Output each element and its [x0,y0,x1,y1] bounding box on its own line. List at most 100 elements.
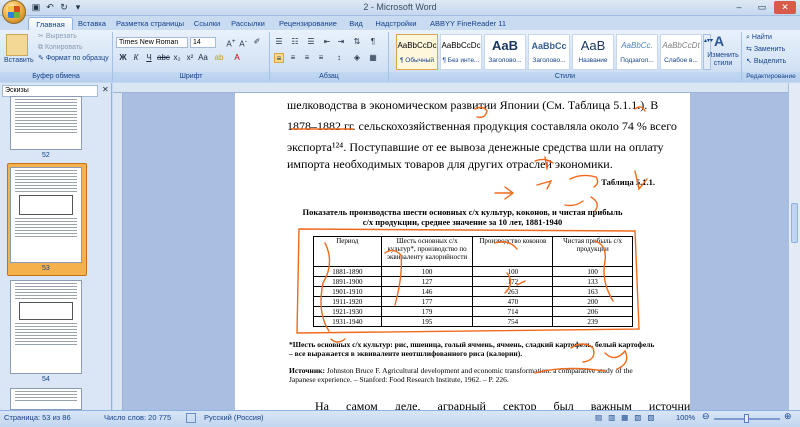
find-button[interactable]: ⌕ Найти [746,33,772,43]
bullets-icon[interactable]: ☰ [274,37,284,47]
select-icon: ↖ [746,58,754,65]
font-size-combo[interactable]: 14 [190,37,216,48]
horizontal-ruler[interactable] [113,83,788,93]
format-painter-button[interactable]: ✎ Формат по образцу [38,54,109,64]
shrink-font-icon[interactable]: A- [238,37,248,49]
cut-button[interactable]: ✂ Вырезать [38,32,77,42]
tab-review[interactable]: Рецензирование [272,17,344,30]
underline-icon[interactable]: Ч [144,53,154,63]
change-styles-button[interactable]: Изменить стили [705,52,741,68]
style-normal[interactable]: AaBbCcDc ¶ Обычный [396,34,438,70]
change-case-icon[interactable]: Aa [198,53,208,63]
font-group-label: Шрифт [113,72,269,82]
page-number-label: 54 [42,376,50,383]
view-buttons[interactable]: ▤▥▦▧▨ [595,413,660,422]
change-styles-icon[interactable]: A [714,34,728,48]
line-spacing-icon[interactable]: ↕ [334,53,344,63]
table-cell: 177 [380,296,474,307]
superscript-icon[interactable]: x² [185,53,195,63]
office-button[interactable] [2,0,26,24]
subscript-icon[interactable]: x₂ [172,53,182,63]
document-page[interactable]: шелководства в экономическом развитии Яп… [235,93,690,410]
tab-page-layout[interactable]: Разметка страницы [111,17,189,30]
table-cell: 1891-1900 [313,276,382,287]
scroll-thumb[interactable] [791,203,798,243]
language-status[interactable]: Русский (Россия) [204,413,264,422]
align-right-icon[interactable]: ≡ [316,53,326,63]
table-cell: 195 [380,316,474,327]
tab-home[interactable]: Главная [28,17,73,30]
paste-button[interactable]: Вставить [4,56,34,66]
table-row: 1921-1930 179 714 206 [313,306,633,317]
page-thumbnail-53[interactable] [10,167,82,263]
spellcheck-icon[interactable] [186,413,196,423]
style-no-spacing[interactable]: AaBbCcDc ¶ Без инте... [440,34,482,70]
tab-insert[interactable]: Вставка [75,17,109,30]
body-line: экспорта¹²⁴. Поступавшие от ее вывоза де… [287,140,664,154]
style-heading-1[interactable]: AaB Заголово... [484,34,526,70]
grow-font-icon[interactable]: A+ [226,37,236,49]
word-count-status[interactable]: Число слов: 20 775 [104,413,171,422]
table-cell: 133 [552,276,633,287]
maximize-button[interactable]: ▭ [751,1,773,14]
table-cell: 754 [472,316,554,327]
close-button[interactable]: ✕ [774,1,796,14]
office-logo-icon [8,6,20,18]
source-note: Источник: Johnston Bruce F. Agricultural… [289,366,633,384]
strikethrough-icon[interactable]: abc [157,53,170,63]
table-cell: 179 [380,306,474,317]
decrease-indent-icon[interactable]: ⇤ [322,37,332,47]
paste-icon[interactable] [6,34,28,56]
align-left-icon[interactable]: ≡ [288,53,298,63]
close-pane-icon[interactable]: ✕ [102,85,109,94]
table-row: 1891-1900 127 172 133 [313,276,633,287]
page-count-status[interactable]: Страница: 53 из 86 [4,413,71,422]
font-color-icon[interactable]: A [232,53,242,63]
font-name-combo[interactable]: Times New Roman [116,37,188,48]
clear-format-icon[interactable]: ✐ [252,37,262,47]
zoom-in-icon[interactable]: ⊕ [784,411,792,422]
borders-icon[interactable]: ▦ [368,53,378,63]
style-subtitle[interactable]: AaBbCc. Подзагол... [616,34,658,70]
table-header: Чистая прибыль с/х продукции [552,236,633,267]
table-cell: 263 [472,286,554,297]
style-heading-2[interactable]: AaBbCc Заголово... [528,34,570,70]
tab-addins[interactable]: Надстройки [374,17,418,30]
body-line: шелководства в экономическом развитии Яп… [287,98,659,112]
page-thumbnail-52[interactable] [10,96,82,150]
multilevel-list-icon[interactable]: ☰ [306,37,316,47]
vertical-ruler[interactable] [113,93,123,410]
sort-icon[interactable]: ⇅ [352,37,362,47]
increase-indent-icon[interactable]: ⇥ [336,37,346,47]
numbering-icon[interactable]: ☷ [290,37,300,47]
table-cell: 163 [552,286,633,297]
pilcrow-icon[interactable]: ¶ [368,37,378,47]
select-button[interactable]: ↖ Выделить [746,57,786,67]
table-cell: 714 [472,306,554,317]
clipboard-group-label: Буфер обмена [0,72,112,82]
bold-icon[interactable]: Ж [118,53,128,63]
align-center-icon[interactable]: ≡ [302,53,312,63]
replace-button[interactable]: ⇆ Заменить [746,45,785,55]
copy-button[interactable]: ⧉ Копировать [38,43,83,53]
zoom-slider-handle[interactable] [744,414,749,423]
tab-abbyy[interactable]: ABBYY FineReader 11 [424,17,512,30]
italic-icon[interactable]: К [131,53,141,63]
shading-icon[interactable]: ◈ [352,53,362,63]
page-thumbnail-55[interactable] [10,388,82,410]
minimize-button[interactable]: – [728,1,750,14]
tab-mailings[interactable]: Рассылки [226,17,270,30]
zoom-level[interactable]: 100% [676,413,695,422]
highlight-icon[interactable]: ab [214,53,224,63]
table-header: Шесть основных с/х культур*, производств… [380,236,474,267]
page-thumbnail-54[interactable] [10,280,82,374]
tab-view[interactable]: Вид [346,17,366,30]
tab-references[interactable]: Ссылки [190,17,224,30]
justify-icon[interactable]: ≡ [274,53,284,63]
data-table[interactable]: Период Шесть основных с/х культур*, прои… [313,236,633,327]
page-number-label: 52 [42,152,50,159]
zoom-out-icon[interactable]: ⊖ [702,411,710,422]
vertical-scrollbar[interactable] [788,83,800,410]
style-subtle-emphasis[interactable]: AaBbCcDt Слабое в... [660,34,702,70]
style-title[interactable]: AaB Название [572,34,614,70]
